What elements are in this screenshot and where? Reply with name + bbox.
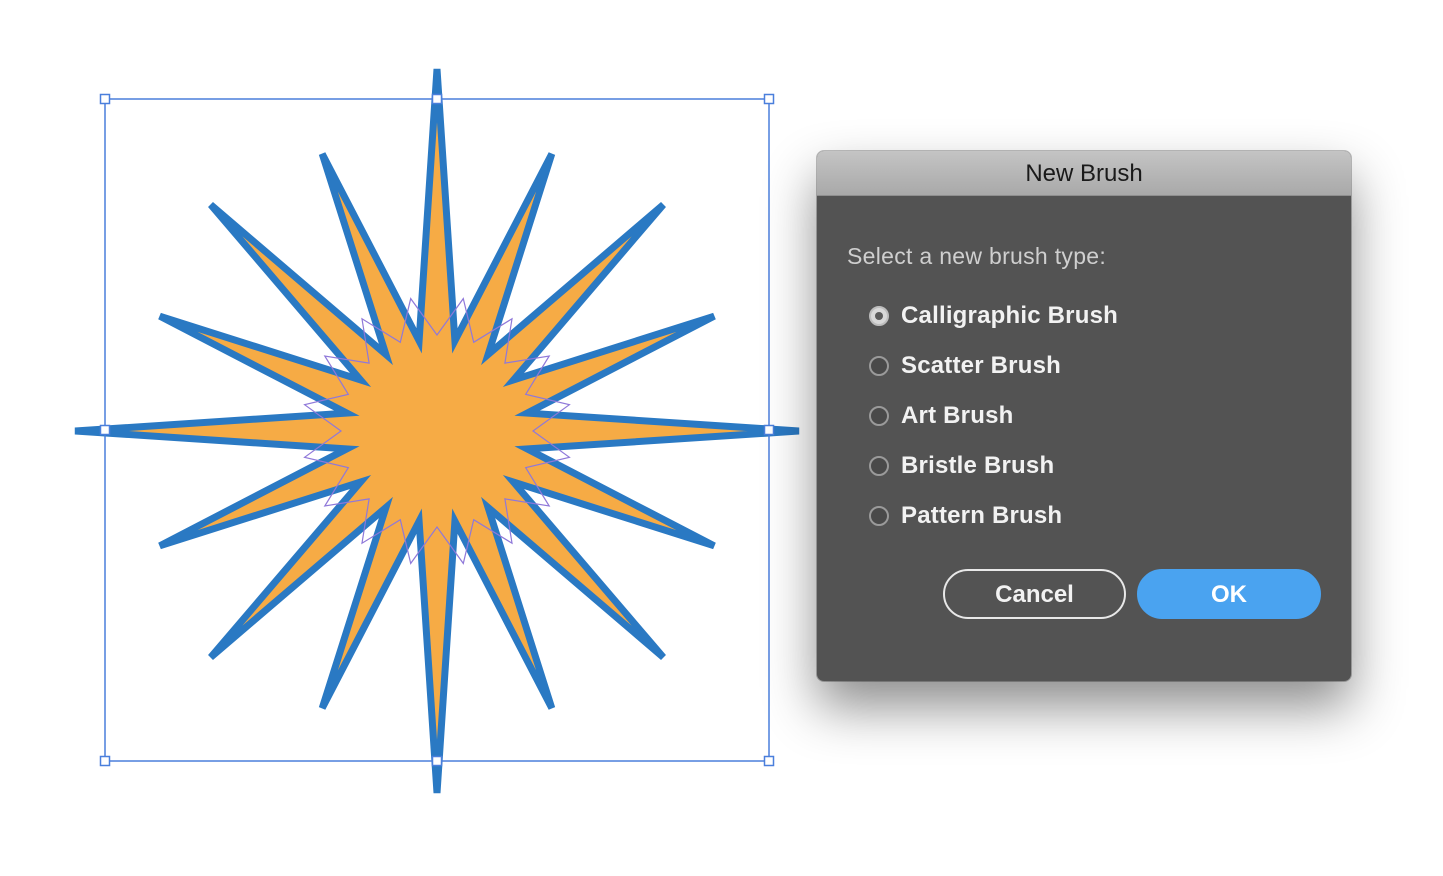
radio-art-brush[interactable] bbox=[869, 406, 889, 426]
cancel-button[interactable]: Cancel bbox=[943, 569, 1126, 619]
resize-handle[interactable] bbox=[763, 755, 775, 767]
radio-calligraphic-brush[interactable] bbox=[869, 306, 889, 326]
resize-handle[interactable] bbox=[99, 93, 111, 105]
ok-button[interactable]: OK bbox=[1137, 569, 1321, 619]
resize-handle[interactable] bbox=[763, 93, 775, 105]
dialog-titlebar[interactable]: New Brush bbox=[817, 151, 1351, 196]
option-label: Bristle Brush bbox=[901, 452, 1055, 479]
radio-bristle-brush[interactable] bbox=[869, 456, 889, 476]
option-calligraphic-brush[interactable]: Calligraphic Brush bbox=[869, 291, 1118, 341]
resize-handle[interactable] bbox=[431, 755, 443, 767]
option-label: Scatter Brush bbox=[901, 352, 1061, 379]
new-brush-dialog: New Brush Select a new brush type: Calli… bbox=[817, 151, 1351, 681]
dialog-title: New Brush bbox=[1025, 160, 1143, 187]
resize-handle[interactable] bbox=[763, 424, 775, 436]
radio-scatter-brush[interactable] bbox=[869, 356, 889, 376]
option-art-brush[interactable]: Art Brush bbox=[869, 391, 1118, 441]
option-label: Art Brush bbox=[901, 402, 1014, 429]
resize-handle[interactable] bbox=[99, 424, 111, 436]
brush-type-options: Calligraphic Brush Scatter Brush Art Bru… bbox=[869, 291, 1118, 541]
radio-pattern-brush[interactable] bbox=[869, 506, 889, 526]
option-label: Pattern Brush bbox=[901, 502, 1063, 529]
option-label: Calligraphic Brush bbox=[901, 302, 1118, 329]
option-pattern-brush[interactable]: Pattern Brush bbox=[869, 491, 1118, 541]
brush-type-prompt: Select a new brush type: bbox=[847, 243, 1107, 269]
option-scatter-brush[interactable]: Scatter Brush bbox=[869, 341, 1118, 391]
option-bristle-brush[interactable]: Bristle Brush bbox=[869, 441, 1118, 491]
resize-handle[interactable] bbox=[431, 93, 443, 105]
resize-handle[interactable] bbox=[99, 755, 111, 767]
star-shape[interactable] bbox=[74, 68, 800, 794]
